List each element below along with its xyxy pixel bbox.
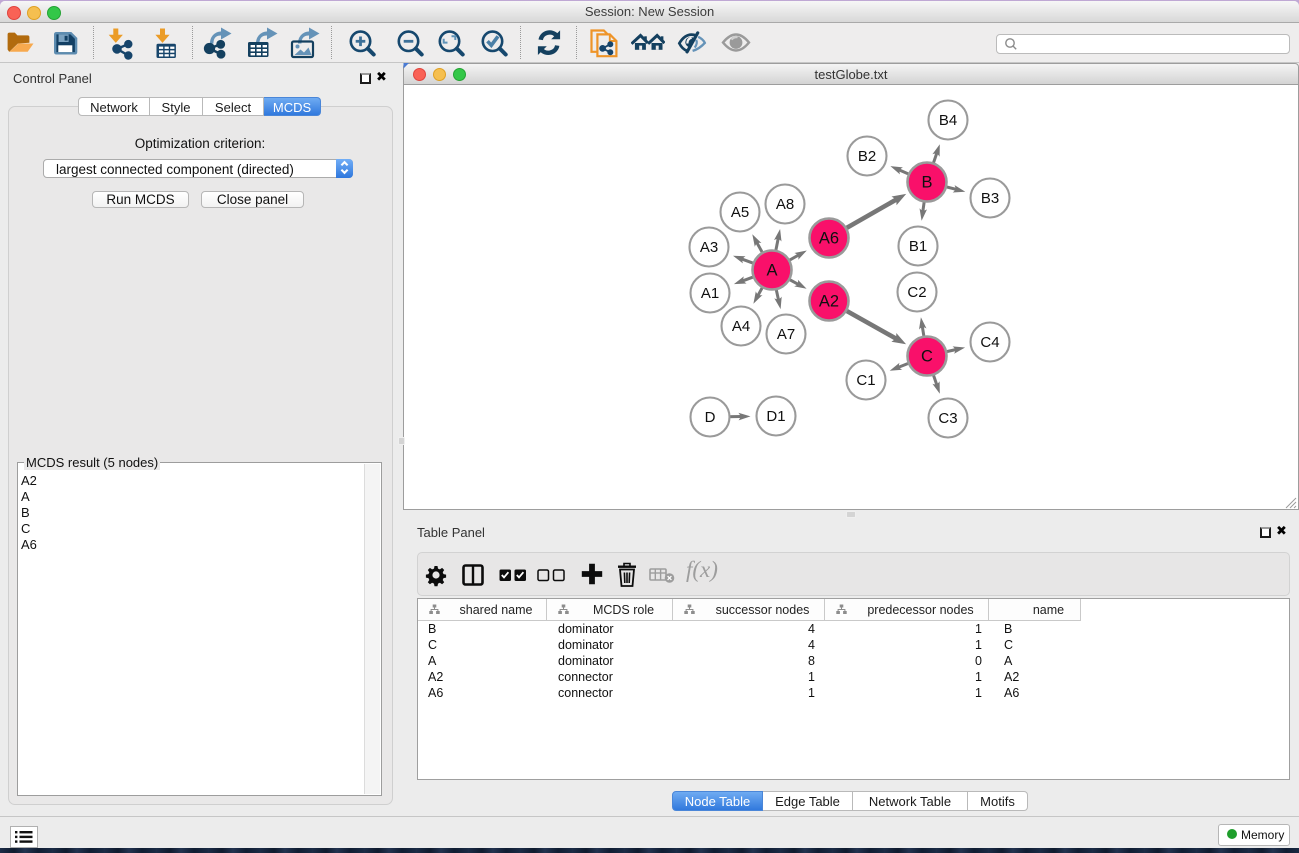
svg-text:B: B: [921, 174, 932, 192]
svg-text:A5: A5: [731, 204, 749, 221]
svg-text:A7: A7: [777, 326, 795, 343]
svg-text:A6: A6: [819, 230, 839, 248]
svg-text:B2: B2: [858, 148, 876, 165]
svg-text:C2: C2: [907, 284, 926, 301]
svg-text:A1: A1: [701, 285, 719, 302]
svg-text:A2: A2: [819, 293, 839, 311]
svg-text:C: C: [921, 348, 933, 366]
svg-text:A8: A8: [776, 196, 794, 213]
svg-text:A4: A4: [732, 318, 750, 335]
svg-text:B3: B3: [981, 190, 999, 207]
svg-text:B1: B1: [909, 238, 927, 255]
svg-text:A3: A3: [700, 239, 718, 256]
svg-text:B4: B4: [939, 112, 957, 129]
svg-text:A: A: [766, 262, 777, 280]
svg-text:C1: C1: [856, 372, 875, 389]
svg-text:D1: D1: [766, 408, 785, 425]
svg-text:C4: C4: [980, 334, 999, 351]
svg-text:C3: C3: [938, 410, 957, 427]
svg-text:D: D: [705, 409, 716, 426]
